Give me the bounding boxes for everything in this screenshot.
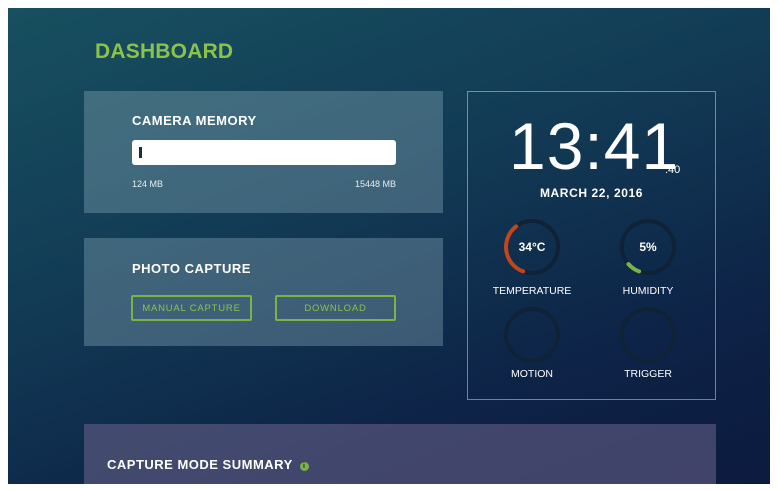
memory-usage-bar — [132, 140, 396, 165]
memory-total-label: 15448 MB — [354, 179, 396, 189]
temperature-label: TEMPERATURE — [492, 285, 572, 297]
manual-capture-button[interactable]: MANUAL CAPTURE — [131, 295, 252, 321]
temperature-gauge: 34°C — [502, 217, 562, 277]
clock-time: 13:41 — [509, 109, 680, 183]
camera-memory-card: CAMERA MEMORY 124 MB 15448 MB — [84, 91, 443, 213]
memory-used-label: 124 MB — [132, 179, 164, 189]
download-button[interactable]: DOWNLOAD — [275, 295, 396, 321]
photo-capture-title: PHOTO CAPTURE — [132, 261, 251, 276]
humidity-value: 5% — [639, 240, 657, 254]
photo-capture-card: PHOTO CAPTURE MANUAL CAPTURE DOWNLOAD — [84, 238, 443, 346]
dashboard-frame: DASHBOARD CAMERA MEMORY 124 MB 15448 MB … — [8, 8, 770, 484]
info-icon[interactable]: i — [299, 462, 309, 471]
motion-gauge — [502, 305, 562, 365]
capture-mode-summary-label: CAPTURE MODE SUMMARY — [107, 457, 293, 472]
clock-seconds: :40 — [665, 164, 681, 176]
camera-memory-title: CAMERA MEMORY — [132, 113, 257, 128]
page-title: DASHBOARD — [95, 40, 234, 63]
clock-sensor-panel: 13:41 :40 MARCH 22, 2016 34°C TEMPERATUR… — [467, 91, 716, 400]
trigger-label: TRIGGER — [624, 368, 672, 380]
trigger-value — [618, 305, 678, 365]
humidity-gauge: 5% — [618, 217, 678, 277]
trigger-gauge — [618, 305, 678, 365]
humidity-label: HUMIDITY — [622, 285, 674, 297]
motion-label: MOTION — [511, 368, 553, 380]
motion-value — [502, 305, 562, 365]
capture-mode-summary-card: CAPTURE MODE SUMMARY i — [84, 424, 716, 484]
memory-usage-fill — [139, 147, 142, 158]
clock-date: MARCH 22, 2016 — [539, 186, 644, 200]
temperature-value: 34°C — [518, 240, 546, 254]
capture-mode-summary-title: CAPTURE MODE SUMMARY i — [107, 457, 309, 472]
